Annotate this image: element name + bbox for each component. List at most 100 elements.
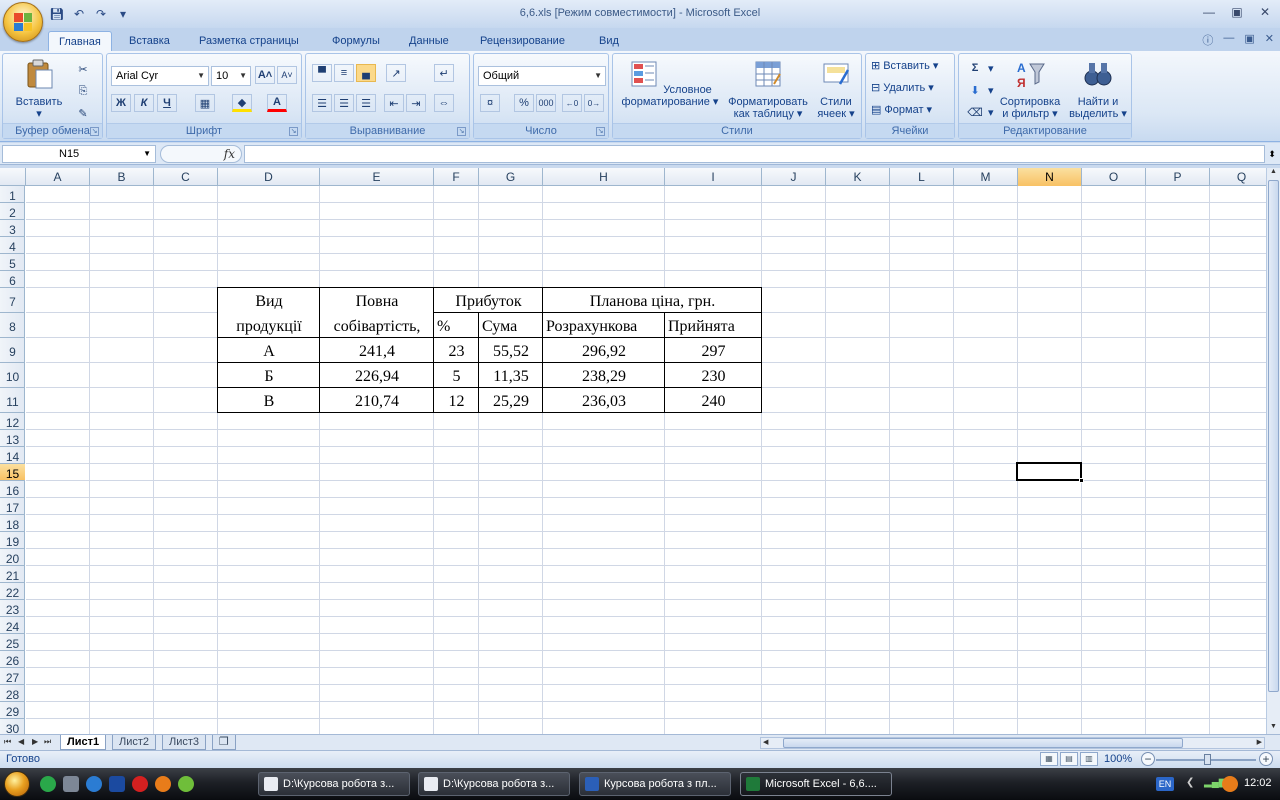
format-cells-button[interactable]: ▤ Формат ▾: [871, 103, 932, 117]
cell-cost[interactable]: 226,94: [320, 363, 434, 388]
header-planned-price[interactable]: Планова ціна, грн.: [543, 288, 762, 313]
cell-sum[interactable]: 11,35: [479, 363, 543, 388]
column-header-i[interactable]: I: [665, 168, 762, 186]
prev-sheet-icon[interactable]: ◀: [18, 737, 24, 746]
horizontal-scroll-thumb[interactable]: [783, 738, 1183, 748]
media-player-icon[interactable]: [109, 776, 125, 792]
insert-cells-button[interactable]: ⊞ Вставить ▾: [871, 59, 938, 73]
font-color-button[interactable]: A: [267, 94, 287, 112]
active-cell-selection[interactable]: [1016, 462, 1084, 483]
row-header-8[interactable]: 8: [0, 313, 25, 338]
row-header-21[interactable]: 21: [0, 566, 25, 583]
dialog-launcher-icon[interactable]: ↘: [457, 127, 466, 136]
first-sheet-icon[interactable]: ⏮: [4, 737, 11, 747]
align-left-button[interactable]: ☰: [312, 94, 332, 112]
formula-input[interactable]: [244, 145, 1265, 163]
column-header-l[interactable]: L: [890, 168, 954, 186]
row-header-24[interactable]: 24: [0, 617, 25, 634]
row-header-22[interactable]: 22: [0, 583, 25, 600]
worksheet-grid[interactable]: ABCDEFGHIJKLMNOPQ 1 2 3 4 5 6 7 8 9 10 11 12 13 14 15 1…: [0, 168, 1266, 734]
fill-button[interactable]: ⬇ ▾: [965, 81, 993, 99]
row-header-7[interactable]: 7: [0, 288, 25, 313]
format-as-table-button[interactable]: Форматировать как таблицу ▾: [723, 58, 813, 120]
row-header-14[interactable]: 14: [0, 447, 25, 464]
paste-button[interactable]: Вставить ▾: [9, 58, 69, 120]
row-header-13[interactable]: 13: [0, 430, 25, 447]
header-accepted[interactable]: Прийнята: [665, 313, 762, 338]
sheet-tab-3[interactable]: Лист3: [162, 735, 207, 750]
row-header-5[interactable]: 5: [0, 254, 25, 271]
start-button[interactable]: [4, 771, 30, 797]
shrink-font-button[interactable]: A˅: [277, 66, 297, 84]
row-header-9[interactable]: 9: [0, 338, 25, 363]
tab-home[interactable]: Главная: [48, 31, 112, 52]
row-header-20[interactable]: 20: [0, 549, 25, 566]
grow-font-button[interactable]: A˄: [255, 66, 275, 84]
align-bottom-button[interactable]: ▄: [356, 64, 376, 82]
cell-sum[interactable]: 55,52: [479, 338, 543, 363]
currency-button[interactable]: ¤: [480, 94, 500, 112]
normal-view-icon[interactable]: ▦: [1040, 752, 1058, 766]
cell-styles-button[interactable]: Стили ячеек ▾: [813, 58, 859, 120]
align-center-button[interactable]: ☰: [334, 94, 354, 112]
bold-button[interactable]: Ж: [111, 94, 131, 112]
font-name-combo[interactable]: Arial Cyr ▼: [111, 66, 209, 86]
close-icon[interactable]: ✕: [1256, 4, 1274, 20]
language-indicator[interactable]: EN: [1156, 777, 1174, 791]
decrease-indent-button[interactable]: ⇤: [384, 94, 404, 112]
autosum-button[interactable]: Σ ▾: [965, 59, 994, 77]
taskbar-item[interactable]: Курсова робота з пл...: [579, 772, 731, 796]
vertical-scroll-thumb[interactable]: [1268, 180, 1279, 692]
column-header-b[interactable]: B: [90, 168, 154, 186]
delete-cells-button[interactable]: ⊟ Удалить ▾: [871, 81, 934, 95]
tab-data[interactable]: Данные: [399, 31, 459, 52]
column-header-f[interactable]: F: [434, 168, 479, 186]
decrease-decimal-button[interactable]: 0→: [584, 94, 604, 112]
column-header-h[interactable]: H: [543, 168, 665, 186]
column-header-k[interactable]: K: [826, 168, 890, 186]
italic-button[interactable]: К: [134, 94, 154, 112]
sheet-tab-1[interactable]: Лист1: [60, 735, 107, 750]
tab-review[interactable]: Рецензирование: [470, 31, 575, 52]
copy-button[interactable]: ⎘: [73, 82, 93, 100]
taskbar-item[interactable]: D:\Курсова робота з...: [258, 772, 410, 796]
fill-handle[interactable]: [1079, 478, 1084, 483]
cell-calculated[interactable]: 296,92: [543, 338, 665, 363]
cut-button[interactable]: ✂: [73, 60, 93, 78]
zoom-in-icon[interactable]: +: [1259, 752, 1273, 766]
increase-decimal-button[interactable]: ←0: [562, 94, 582, 112]
cell-kind[interactable]: Б: [218, 363, 320, 388]
find-select-button[interactable]: Найти и выделить ▾: [1067, 58, 1129, 120]
zoom-level[interactable]: 100%: [1104, 753, 1132, 765]
column-header-q[interactable]: Q: [1210, 168, 1266, 186]
scroll-up-icon[interactable]: ▲: [1267, 168, 1280, 179]
tab-page-layout[interactable]: Разметка страницы: [189, 31, 309, 52]
header-profit[interactable]: Прибуток: [434, 288, 543, 313]
header-sum[interactable]: Сума: [479, 313, 543, 338]
cell-sum[interactable]: 25,29: [479, 388, 543, 413]
row-header-12[interactable]: 12: [0, 413, 25, 430]
orientation-button[interactable]: ↗: [386, 64, 406, 82]
cell-percent[interactable]: 5: [434, 363, 479, 388]
name-box[interactable]: N15 ▼: [2, 145, 156, 163]
page-layout-view-icon[interactable]: ▤: [1060, 752, 1078, 766]
align-right-button[interactable]: ☰: [356, 94, 376, 112]
column-header-n[interactable]: N: [1018, 168, 1082, 186]
row-header-18[interactable]: 18: [0, 515, 25, 532]
number-format-combo[interactable]: Общий ▼: [478, 66, 606, 86]
font-size-combo[interactable]: 10 ▼: [211, 66, 251, 86]
sheet-tab-2[interactable]: Лист2: [112, 735, 157, 750]
cell-cost[interactable]: 241,4: [320, 338, 434, 363]
cell-accepted[interactable]: 230: [665, 363, 762, 388]
taskbar-item-active[interactable]: Microsoft Excel - 6,6....: [740, 772, 892, 796]
conditional-formatting-button[interactable]: Условное форматирование ▾: [617, 58, 723, 108]
cell-kind[interactable]: В: [218, 388, 320, 413]
expand-formula-bar-icon[interactable]: ⬍: [1266, 145, 1278, 163]
zoom-out-icon[interactable]: −: [1141, 752, 1155, 766]
utorrent-icon[interactable]: [40, 776, 56, 792]
cell-calculated[interactable]: 238,29: [543, 363, 665, 388]
header-calculated[interactable]: Розрахункова: [543, 313, 665, 338]
percent-button[interactable]: %: [514, 94, 534, 112]
dialog-launcher-icon[interactable]: ↘: [90, 127, 99, 136]
wrap-text-button[interactable]: ↵: [434, 64, 454, 82]
